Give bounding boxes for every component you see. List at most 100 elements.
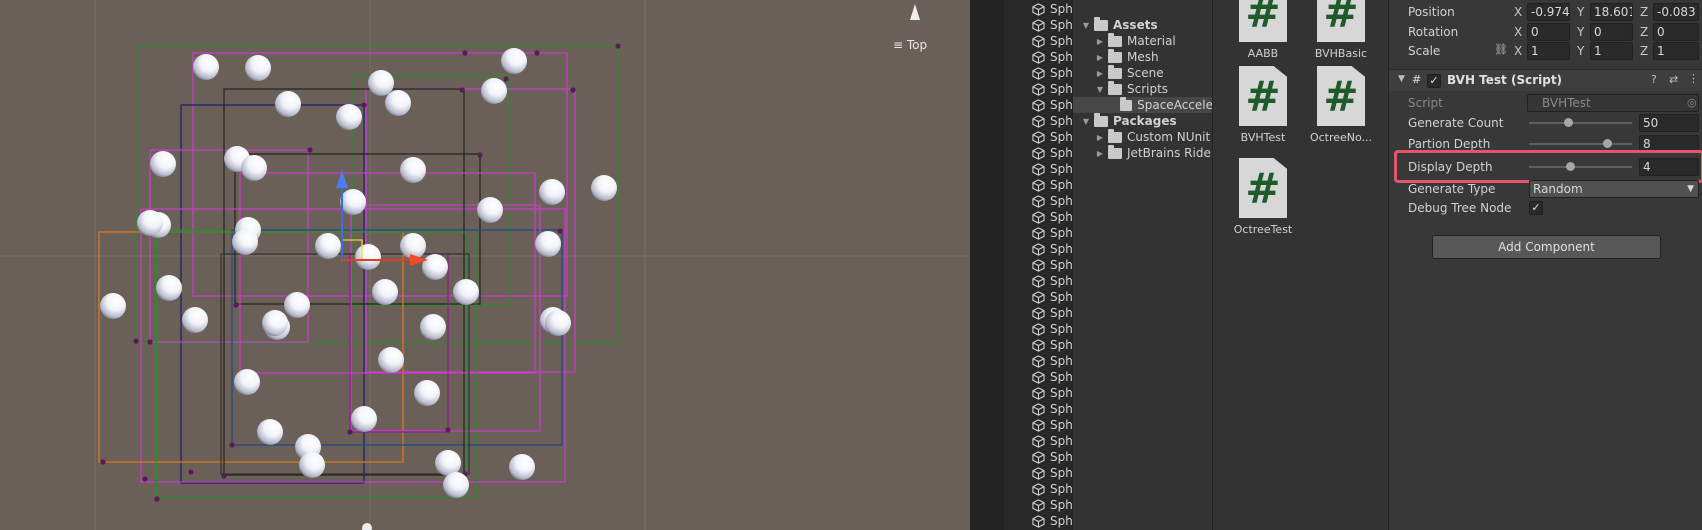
hierarchy-item[interactable]: Sph <box>1032 321 1072 337</box>
position-z-field[interactable]: -0.083 <box>1653 3 1699 21</box>
expand-right-icon[interactable]: ▶ <box>1095 133 1105 142</box>
generate-count-field[interactable]: 50 <box>1639 114 1699 132</box>
hierarchy-item[interactable]: Sph <box>1032 289 1072 305</box>
hierarchy-item[interactable]: Sph <box>1032 497 1072 513</box>
link-scale-icon[interactable]: ⛓ <box>1494 43 1508 56</box>
expand-right-icon[interactable]: ▶ <box>1095 37 1105 46</box>
tree-item[interactable]: ▶ Scene <box>1095 64 1164 81</box>
position-y-field[interactable]: 18.6019 <box>1590 3 1633 21</box>
partion-depth-slider-track[interactable] <box>1529 143 1632 145</box>
partion-depth-slider-knob[interactable] <box>1603 139 1613 148</box>
scene-canvas[interactable] <box>0 0 970 530</box>
rotation-y-field[interactable]: 0 <box>1590 23 1633 41</box>
generate-count-slider-track[interactable] <box>1529 122 1632 124</box>
expand-right-icon[interactable]: ▶ <box>1095 53 1105 62</box>
hierarchy-item[interactable]: Sph <box>1032 273 1072 289</box>
hierarchy-item[interactable]: Sph <box>1032 337 1072 353</box>
sphere <box>100 293 126 319</box>
asset-item[interactable]: # OctreeTest <box>1223 158 1303 236</box>
component-enabled-checkbox[interactable]: ✓ <box>1427 74 1441 88</box>
expand-down-icon[interactable]: ▼ <box>1081 117 1091 126</box>
rotation-x-field[interactable]: 0 <box>1527 23 1570 41</box>
hierarchy-item[interactable]: Sph <box>1032 177 1072 193</box>
hierarchy-item[interactable]: Sph <box>1032 81 1072 97</box>
expand-right-icon[interactable]: ▶ <box>1095 69 1105 78</box>
hierarchy-item[interactable]: Sph <box>1032 465 1072 481</box>
hierarchy-item[interactable]: Sph <box>1032 129 1072 145</box>
tree-item[interactable]: SpaceAccele <box>1073 96 1212 113</box>
hierarchy-item[interactable]: Sph <box>1032 145 1072 161</box>
hierarchy-item[interactable]: Sph <box>1032 17 1072 33</box>
tree-item[interactable]: ▼ Packages <box>1081 112 1177 129</box>
sphere <box>453 279 479 305</box>
bounding-box-corner <box>307 147 313 153</box>
scene-view[interactable]: ≡ Top <box>0 0 970 530</box>
generate-type-dropdown[interactable]: Random ▼ <box>1529 180 1699 198</box>
sphere <box>262 310 288 336</box>
hierarchy-item[interactable]: Sph <box>1032 305 1072 321</box>
foldout-arrow-icon[interactable]: ▼ <box>1398 74 1405 84</box>
gameobject-cube-icon <box>1032 130 1045 144</box>
tree-item[interactable]: ▼ Assets <box>1081 16 1158 33</box>
help-icon[interactable]: ? <box>1651 73 1657 86</box>
asset-item[interactable]: # AABB <box>1223 0 1303 60</box>
folder-icon <box>1094 16 1108 31</box>
more-options-icon[interactable]: ⋮ <box>1688 72 1699 85</box>
asset-label: OctreeNo... <box>1309 131 1373 144</box>
hierarchy-item[interactable]: Sph <box>1032 385 1072 401</box>
hierarchy-item[interactable]: Sph <box>1032 1 1072 17</box>
bounding-box-corner <box>534 50 540 56</box>
hierarchy-item[interactable]: Sph <box>1032 353 1072 369</box>
view-orientation-label[interactable]: ≡ Top <box>893 38 927 52</box>
orientation-gizmo-cone <box>910 4 920 20</box>
asset-item[interactable]: # OctreeNo... <box>1301 66 1381 144</box>
hierarchy-item[interactable]: Sph <box>1032 225 1072 241</box>
tree-item[interactable]: ▼ Scripts <box>1095 80 1168 97</box>
hierarchy-item[interactable]: Sph <box>1032 433 1072 449</box>
hierarchy-item[interactable]: Sph <box>1032 257 1072 273</box>
scale-y-field[interactable]: 1 <box>1590 42 1633 60</box>
sphere <box>336 104 362 130</box>
gameobject-cube-icon <box>1032 370 1045 384</box>
hierarchy-item[interactable]: Sph <box>1032 209 1072 225</box>
tree-item[interactable]: ▶ Mesh <box>1095 48 1159 65</box>
preset-icon[interactable]: ⇄ <box>1669 73 1678 86</box>
folder-icon <box>1094 112 1108 127</box>
expand-down-icon[interactable]: ▼ <box>1095 85 1105 94</box>
hierarchy-item[interactable]: Sph <box>1032 193 1072 209</box>
generate-count-slider-knob[interactable] <box>1564 118 1574 127</box>
sphere <box>545 310 571 336</box>
hierarchy-item[interactable]: Sph <box>1032 49 1072 65</box>
hierarchy-item[interactable]: Sph <box>1032 481 1072 497</box>
asset-item[interactable]: # BVHBasic <box>1301 0 1381 60</box>
expand-down-icon[interactable]: ▼ <box>1081 21 1091 30</box>
hierarchy-item[interactable]: Sph <box>1032 241 1072 257</box>
tree-item[interactable]: ▶ JetBrains Rider <box>1095 144 1212 161</box>
tree-item[interactable]: ▶ Material <box>1095 32 1176 49</box>
rotation-z-field[interactable]: 0 <box>1653 23 1699 41</box>
tree-item[interactable]: ▶ Custom NUnit <box>1095 128 1210 145</box>
debug-tree-node-checkbox[interactable]: ✓ <box>1529 201 1543 215</box>
hierarchy-item[interactable]: Sph <box>1032 97 1072 113</box>
hierarchy-item[interactable]: Sph <box>1032 161 1072 177</box>
hierarchy-item[interactable]: Sph <box>1032 65 1072 81</box>
position-x-field[interactable]: -0.974 <box>1527 3 1570 21</box>
debug-tree-node-label: Debug Tree Node <box>1408 201 1512 215</box>
hierarchy-item[interactable]: Sph <box>1032 33 1072 49</box>
hierarchy-item[interactable]: Sph <box>1032 369 1072 385</box>
hierarchy-item[interactable]: Sph <box>1032 113 1072 129</box>
component-header[interactable]: ▼ # ✓ BVH Test (Script) ? ⇄ ⋮ <box>1389 69 1702 91</box>
scale-label: Scale <box>1408 44 1441 58</box>
hierarchy-item[interactable]: Sph <box>1032 417 1072 433</box>
scale-z-field[interactable]: 1 <box>1653 42 1699 60</box>
hierarchy-item[interactable]: Sph <box>1032 449 1072 465</box>
expand-right-icon[interactable]: ▶ <box>1095 149 1105 158</box>
hierarchy-item[interactable]: Sph <box>1032 401 1072 417</box>
scale-x-field[interactable]: 1 <box>1527 42 1570 60</box>
add-component-button[interactable]: Add Component <box>1432 235 1661 259</box>
asset-item[interactable]: # BVHTest <box>1223 66 1303 144</box>
gameobject-cube-icon <box>1032 34 1045 48</box>
tree-item-label: Assets <box>1113 18 1158 32</box>
hierarchy-item[interactable]: Sph <box>1032 513 1072 529</box>
script-label: Script <box>1408 96 1443 110</box>
